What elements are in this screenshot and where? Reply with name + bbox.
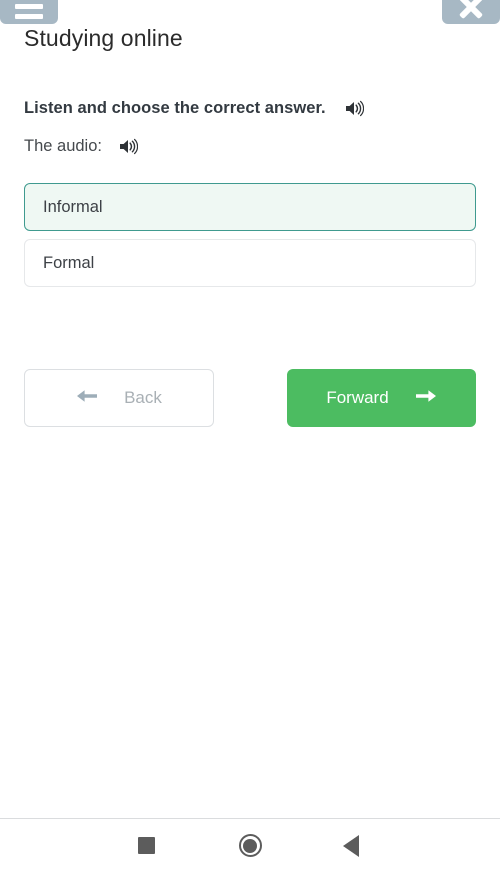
- speaker-icon[interactable]: [345, 100, 364, 117]
- forward-button-label: Forward: [326, 388, 389, 407]
- hamburger-icon: [15, 4, 43, 20]
- arrow-left-icon: [76, 387, 98, 410]
- answer-option-label: Formal: [43, 253, 95, 272]
- answer-option-formal[interactable]: Formal: [24, 239, 476, 287]
- app-screen: Studying online Listen and choose the co…: [0, 0, 500, 872]
- audio-row: The audio:: [24, 137, 138, 156]
- forward-button[interactable]: Forward: [287, 369, 476, 427]
- system-navigation-bar: [0, 818, 500, 872]
- square-recents-icon: [137, 837, 155, 854]
- close-icon: [458, 0, 484, 20]
- back-button[interactable]: Back: [24, 369, 214, 427]
- back-button-label: Back: [124, 388, 162, 407]
- triangle-back-icon: [343, 834, 359, 857]
- system-back-button[interactable]: [321, 819, 381, 872]
- arrow-right-icon: [415, 387, 437, 410]
- answer-option-label: Informal: [43, 197, 103, 216]
- audio-label: The audio:: [24, 137, 102, 155]
- instruction-row: Listen and choose the correct answer.: [24, 99, 364, 118]
- speaker-icon[interactable]: [119, 138, 138, 155]
- close-button[interactable]: [442, 0, 500, 24]
- answer-option-informal[interactable]: Informal: [24, 183, 476, 231]
- circle-home-icon: [238, 834, 262, 857]
- home-button[interactable]: [220, 819, 280, 872]
- recents-button[interactable]: [116, 819, 176, 872]
- instruction-text: Listen and choose the correct answer.: [24, 99, 326, 117]
- menu-button[interactable]: [0, 0, 58, 24]
- page-title: Studying online: [24, 25, 183, 51]
